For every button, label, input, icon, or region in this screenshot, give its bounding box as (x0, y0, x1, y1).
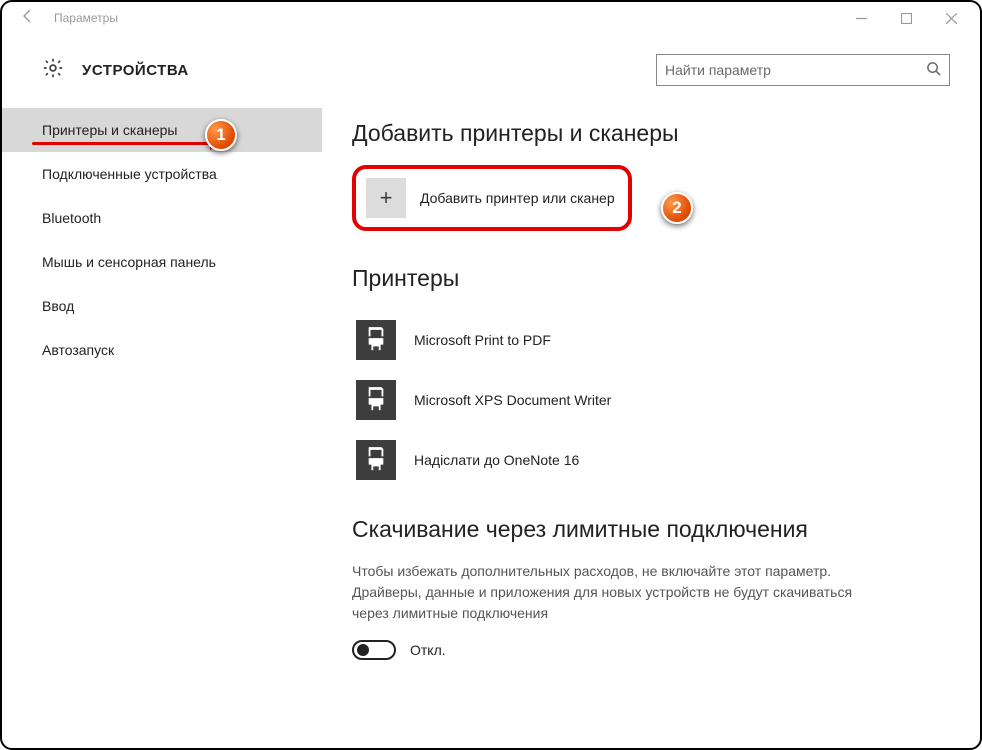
plus-icon: + (366, 178, 406, 218)
printer-name: Microsoft XPS Document Writer (414, 392, 611, 408)
section-heading-add: Добавить принтеры и сканеры (352, 120, 950, 147)
sidebar-item-label: Bluetooth (42, 210, 101, 226)
settings-window: Параметры УСТРОЙСТВА Найти параметр Прин… (0, 0, 982, 750)
window-title: Параметры (48, 11, 118, 25)
sidebar-item-label: Мышь и сенсорная панель (42, 254, 216, 270)
sidebar-item-label: Автозапуск (42, 342, 114, 358)
page-title: УСТРОЙСТВА (82, 62, 189, 79)
printer-item[interactable]: Microsoft XPS Document Writer (352, 370, 950, 430)
metered-description: Чтобы избежать дополнительных расходов, … (352, 561, 872, 624)
sidebar-item-printers-scanners[interactable]: Принтеры и сканеры (2, 108, 322, 152)
metered-toggle[interactable] (352, 640, 396, 660)
back-button[interactable] (8, 8, 48, 29)
sidebar-item-label: Принтеры и сканеры (42, 122, 177, 138)
sidebar-item-autoplay[interactable]: Автозапуск (2, 328, 322, 372)
annotation-underline (32, 142, 212, 145)
section-heading-printers: Принтеры (352, 265, 950, 292)
search-placeholder: Найти параметр (665, 62, 926, 78)
printer-name: Microsoft Print to PDF (414, 332, 551, 348)
sidebar-item-label: Подключенные устройства (42, 166, 217, 182)
metered-toggle-label: Откл. (410, 642, 446, 658)
annotation-callout-1: 1 (205, 119, 237, 151)
printer-icon (356, 320, 396, 360)
header: УСТРОЙСТВА Найти параметр (2, 34, 980, 96)
sidebar: Принтеры и сканеры Подключенные устройст… (2, 96, 322, 738)
add-printer-button[interactable]: + Добавить принтер или сканер (352, 165, 632, 231)
annotation-callout-2: 2 (661, 192, 693, 224)
printer-icon (356, 380, 396, 420)
printer-item[interactable]: Microsoft Print to PDF (352, 310, 950, 370)
maximize-button[interactable] (884, 4, 929, 32)
sidebar-item-label: Ввод (42, 298, 74, 314)
gear-icon (42, 57, 64, 84)
sidebar-item-mouse-touchpad[interactable]: Мышь и сенсорная панель (2, 240, 322, 284)
search-input[interactable]: Найти параметр (656, 54, 950, 86)
printer-icon (356, 440, 396, 480)
printer-item[interactable]: Надіслати до OneNote 16 (352, 430, 950, 490)
add-printer-label: Добавить принтер или сканер (420, 190, 615, 206)
sidebar-item-connected-devices[interactable]: Подключенные устройства (2, 152, 322, 196)
minimize-button[interactable] (839, 4, 884, 32)
sidebar-item-typing[interactable]: Ввод (2, 284, 322, 328)
content: Добавить принтеры и сканеры + Добавить п… (322, 96, 980, 738)
section-heading-metered: Скачивание через лимитные подключения (352, 516, 812, 543)
titlebar: Параметры (2, 2, 980, 34)
search-icon (926, 61, 941, 79)
sidebar-item-bluetooth[interactable]: Bluetooth (2, 196, 322, 240)
close-button[interactable] (929, 4, 974, 32)
printer-name: Надіслати до OneNote 16 (414, 452, 579, 468)
